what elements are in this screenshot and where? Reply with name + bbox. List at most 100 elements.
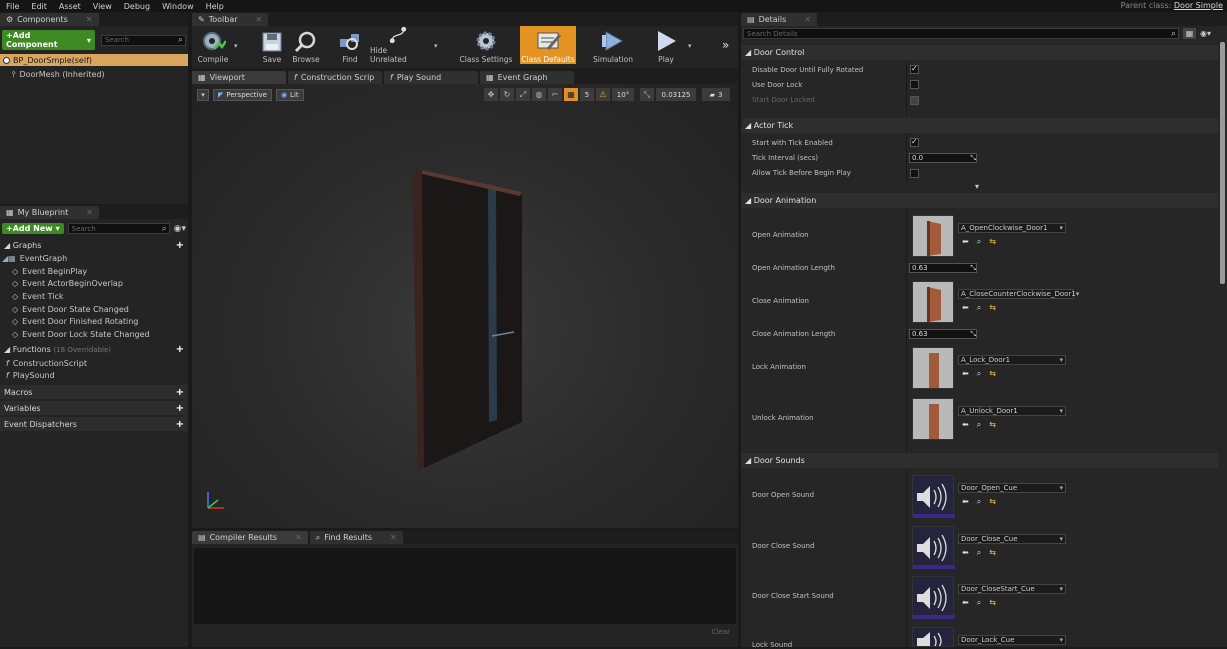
add-dispatcher-icon[interactable]: +	[176, 419, 184, 430]
angle-snap-value[interactable]: 10°	[612, 88, 634, 101]
tab-compiler-results[interactable]: ▤ Compiler Results ✕	[192, 531, 308, 544]
browse-asset-icon[interactable]: ⌕	[977, 303, 981, 313]
scale-icon[interactable]: ⤢	[516, 88, 530, 101]
parent-class-link[interactable]: Door Simple	[1174, 1, 1223, 10]
camera-speed-button[interactable]: ▰ 3	[702, 88, 730, 101]
unlock-animation-select[interactable]: A_Unlock_Door1 ▾	[958, 406, 1066, 416]
tab-event-graph[interactable]: ▦ Event Graph	[480, 71, 574, 84]
actor-tick-category[interactable]: ◢ Actor Tick	[742, 118, 1218, 133]
tab-construction-script[interactable]: f Construction Scrip	[288, 71, 382, 84]
add-variable-icon[interactable]: +	[176, 403, 184, 414]
browse-asset-icon[interactable]: ⌕	[977, 548, 981, 558]
close-animation-thumbnail[interactable]	[912, 281, 954, 323]
clear-asset-icon[interactable]: ⇆	[989, 420, 996, 430]
variables-section[interactable]: Variables +	[0, 401, 188, 416]
list-item[interactable]: ◇ Event Door Lock State Changed	[0, 328, 188, 341]
lit-button[interactable]: ◉ Lit	[275, 89, 304, 101]
add-function-icon[interactable]: +	[176, 344, 184, 355]
close-animation-select[interactable]: A_CloseCounterClockwise_Door1 ▾	[958, 289, 1079, 299]
close-icon[interactable]: ✕	[804, 15, 811, 24]
close-animation-length-field[interactable]: 0.63 ⤡	[909, 329, 977, 339]
toolbar-overflow-icon[interactable]: »	[722, 38, 729, 52]
open-animation-length-field[interactable]: 0.63 ⤡	[909, 263, 977, 273]
tab-my-blueprint[interactable]: ▦ My Blueprint ✕	[0, 206, 99, 219]
list-item[interactable]: ◇ Event ActorBeginOverlap	[0, 277, 188, 290]
door-close-start-sound-thumbnail[interactable]	[912, 576, 955, 619]
lock-sound-thumbnail[interactable]	[912, 627, 954, 647]
grid-snap-value[interactable]: 5	[580, 88, 594, 101]
browse-asset-icon[interactable]: ⌕	[977, 497, 981, 507]
open-animation-select[interactable]: A_OpenClockwise_Door1 ▾	[958, 223, 1066, 233]
open-animation-thumbnail[interactable]	[912, 215, 954, 257]
close-icon[interactable]: ✕	[390, 533, 397, 542]
close-icon[interactable]: ✕	[295, 533, 302, 542]
details-scrollbar[interactable]	[1220, 42, 1225, 284]
clear-asset-icon[interactable]: ⇆	[989, 598, 996, 608]
use-selected-icon[interactable]: ⬅	[962, 420, 969, 430]
door-animation-category[interactable]: ◢ Door Animation	[742, 193, 1218, 208]
browse-asset-icon[interactable]: ⌕	[977, 369, 981, 379]
browse-asset-icon[interactable]: ⌕	[977, 237, 981, 247]
class-defaults-button[interactable]: Class Defaults	[520, 26, 576, 64]
components-search-input[interactable]: Search ⌕	[100, 34, 186, 46]
clear-button[interactable]: Clear	[712, 628, 730, 636]
door-open-sound-thumbnail[interactable]	[912, 475, 955, 518]
menu-file[interactable]: File	[0, 2, 25, 11]
find-button[interactable]: Find	[333, 26, 367, 64]
angle-snap-icon[interactable]: ⚠	[596, 88, 610, 101]
add-component-button[interactable]: +Add Component ▾	[2, 30, 95, 50]
start-tick-checkbox[interactable]	[910, 137, 919, 147]
browse-asset-icon[interactable]: ⌕	[977, 598, 981, 608]
tab-toolbar[interactable]: ✎ Toolbar ✕	[192, 13, 269, 26]
allow-tick-checkbox[interactable]	[910, 169, 919, 178]
use-selected-icon[interactable]: ⬅	[962, 497, 969, 507]
tab-components[interactable]: ⚙ Components ✕	[0, 13, 99, 26]
door-control-category[interactable]: ◢ Door Control	[742, 45, 1218, 60]
menu-view[interactable]: View	[87, 2, 118, 11]
play-options-arrow-icon[interactable]: ▾	[688, 42, 692, 50]
viewport[interactable]: ▾ ◤ Perspective ◉ Lit ✥ ↻ ⤢ ◍ ⌐ ▦ 5 ⚠ 10…	[192, 84, 738, 528]
list-item[interactable]: ◇ Event Tick	[0, 290, 188, 303]
menu-edit[interactable]: Edit	[25, 2, 53, 11]
unlock-animation-thumbnail[interactable]	[912, 398, 954, 440]
class-settings-button[interactable]: Class Settings	[458, 26, 514, 64]
close-icon[interactable]: ✕	[256, 15, 263, 24]
grid-snap-icon[interactable]: ▦	[564, 88, 578, 101]
macros-section[interactable]: Macros +	[0, 385, 188, 400]
clear-asset-icon[interactable]: ⇆	[989, 369, 996, 379]
compile-options-arrow-icon[interactable]: ▾	[234, 42, 238, 50]
list-item[interactable]: ◇ Event Door Finished Rotating	[0, 315, 188, 328]
save-button[interactable]: Save	[256, 26, 288, 64]
browse-button[interactable]: Browse	[289, 26, 323, 64]
world-local-icon[interactable]: ◍	[532, 88, 546, 101]
viewport-menu-icon[interactable]: ▾	[197, 89, 209, 101]
blueprint-search-input[interactable]: Search ⌕	[67, 223, 170, 234]
use-selected-icon[interactable]: ⬅	[962, 369, 969, 379]
lock-animation-thumbnail[interactable]	[912, 347, 954, 389]
use-door-lock-checkbox[interactable]	[910, 80, 919, 89]
menu-debug[interactable]: Debug	[118, 2, 156, 11]
event-dispatchers-section[interactable]: Event Dispatchers +	[0, 417, 188, 432]
add-macro-icon[interactable]: +	[176, 387, 184, 398]
door-open-sound-select[interactable]: Door_Open_Cue ▾	[958, 483, 1066, 493]
menu-help[interactable]: Help	[200, 2, 230, 11]
eye-icon[interactable]: ◉▾	[174, 224, 186, 234]
add-graph-icon[interactable]: +	[176, 240, 184, 251]
use-selected-icon[interactable]: ⬅	[962, 237, 969, 247]
event-graph-item[interactable]: ◢▦ EventGraph	[0, 252, 188, 265]
tab-details[interactable]: ▤ Details ✕	[741, 13, 817, 26]
tab-viewport[interactable]: ▦ Viewport	[192, 71, 286, 84]
menu-asset[interactable]: Asset	[53, 2, 87, 11]
clear-asset-icon[interactable]: ⇆	[989, 303, 996, 313]
door-close-sound-select[interactable]: Door_Close_Cue ▾	[958, 534, 1066, 544]
tab-play-sound[interactable]: f Play Sound	[384, 71, 478, 84]
property-matrix-icon[interactable]: ▦	[1183, 28, 1196, 39]
close-icon[interactable]: ✕	[86, 15, 93, 24]
list-item[interactable]: ◇ Event Door State Changed	[0, 303, 188, 316]
graphs-section[interactable]: ◢ Graphs +	[0, 238, 188, 252]
clear-asset-icon[interactable]: ⇆	[989, 548, 996, 558]
list-item[interactable]: f ConstructionScript	[0, 357, 188, 370]
play-button[interactable]: Play	[648, 26, 684, 64]
add-new-button[interactable]: +Add New ▾	[2, 223, 64, 234]
door-close-sound-thumbnail[interactable]	[912, 526, 955, 569]
